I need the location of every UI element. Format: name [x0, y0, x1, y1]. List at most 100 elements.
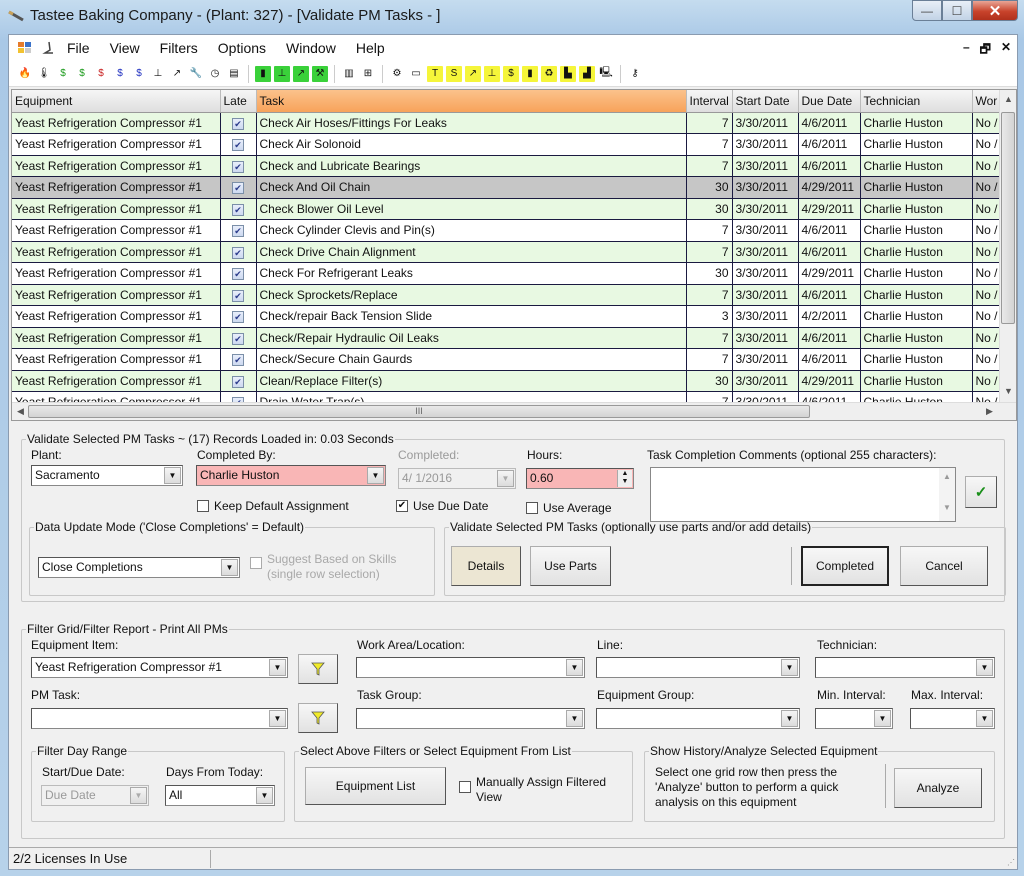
yellow-type-icon[interactable]: T [427, 65, 443, 82]
cell-late[interactable]: ✔ [220, 284, 257, 306]
cell-late[interactable]: ✔ [220, 176, 257, 199]
checkbox-box[interactable] [197, 500, 209, 512]
column-header-due-date[interactable]: Due Date [798, 90, 861, 113]
late-checkbox[interactable]: ✔ [232, 160, 244, 173]
gears-icon[interactable]: ⚙ [389, 66, 405, 82]
days-from-today-select[interactable]: All ▼ [165, 785, 275, 806]
cell-late[interactable]: ✔ [220, 305, 257, 328]
fire-icon[interactable]: 🔥 [17, 66, 33, 82]
menu-window[interactable]: Window [276, 40, 346, 56]
equipment-filter-button[interactable] [298, 654, 338, 684]
chevron-down-icon[interactable]: ▼ [130, 787, 147, 804]
chevron-down-icon[interactable]: ▼ [566, 659, 583, 676]
scroll-up-icon[interactable]: ▲ [1004, 94, 1013, 104]
max-interval-select[interactable]: ▼ [910, 708, 995, 729]
window-menu-icon[interactable] [17, 41, 33, 55]
grid-vertical-scrollbar[interactable]: ▲ ▼ [999, 90, 1016, 402]
apply-comment-button[interactable]: ✓ [965, 476, 997, 508]
computer-icon[interactable]: 🖳 [598, 66, 614, 82]
cell-late[interactable]: ✔ [220, 370, 257, 392]
technician-select[interactable]: ▼ [815, 657, 995, 678]
chevron-down-icon[interactable]: ▼ [976, 710, 993, 727]
task-group-select[interactable]: ▼ [356, 708, 585, 729]
column-header-late[interactable]: Late [220, 90, 257, 113]
table-row[interactable]: Yeast Refrigeration Compressor #1 ✔ Check … [12, 284, 1013, 306]
table-row[interactable]: Yeast Refrigeration Compressor #1 ✔ Check … [12, 112, 1013, 134]
menu-file[interactable]: File [57, 40, 100, 56]
table-row[interactable]: Yeast Refrigeration Compressor #1 ✔ Check/… [12, 348, 1013, 371]
scroll-down-icon[interactable]: ▼ [1004, 386, 1013, 396]
table-row[interactable]: Yeast Refrigeration Compressor #1 ✔ Check … [12, 155, 1013, 177]
chart-line-icon[interactable]: ↗ [169, 66, 185, 82]
dollar-green-icon[interactable]: $ [55, 66, 71, 82]
cell-late[interactable]: ✔ [220, 327, 257, 349]
menu-options[interactable]: Options [208, 40, 276, 56]
horizontal-scroll-thumb[interactable]: III [28, 405, 810, 418]
late-checkbox[interactable]: ✔ [232, 225, 244, 238]
completed-by-select[interactable]: Charlie Huston ▼ [196, 465, 386, 486]
cell-late[interactable]: ✔ [220, 348, 257, 371]
table-row[interactable]: Yeast Refrigeration Compressor #1 ✔ Clean/… [12, 370, 1013, 392]
late-checkbox[interactable]: ✔ [232, 311, 244, 324]
chevron-down-icon[interactable]: ▼ [781, 659, 798, 676]
suggest-skills-checkbox[interactable]: Suggest Based on Skills (single row selec… [250, 552, 396, 582]
analyze-button[interactable]: Analyze [894, 768, 982, 808]
column-header-technician[interactable]: Technician [860, 90, 973, 113]
column-header-task[interactable]: Task [256, 90, 687, 113]
pm-task-select[interactable]: ▼ [31, 708, 288, 729]
late-checkbox[interactable]: ✔ [232, 246, 244, 259]
clock-icon[interactable]: ◷ [207, 66, 223, 82]
table-row[interactable]: Yeast Refrigeration Compressor #1 ✔ Check … [12, 262, 1013, 285]
chevron-down-icon[interactable]: ▼ [976, 659, 993, 676]
column-header-start-date[interactable]: Start Date [732, 90, 799, 113]
table-row[interactable]: Yeast Refrigeration Compressor #1 ✔ Check … [12, 176, 1013, 199]
table-row[interactable]: Yeast Refrigeration Compressor #1 ✔ Check … [12, 133, 1013, 156]
menu-filters[interactable]: Filters [150, 40, 208, 56]
cell-late[interactable]: ✔ [220, 112, 257, 134]
use-parts-button[interactable]: Use Parts [530, 546, 611, 586]
chevron-down-icon[interactable]: ▼ [497, 470, 514, 487]
chevron-down-icon[interactable]: ▼ [874, 710, 891, 727]
cell-late[interactable]: ✔ [220, 219, 257, 242]
yellow-chart-icon[interactable]: ↗ [465, 65, 481, 82]
chevron-down-icon[interactable]: ▼ [269, 710, 286, 727]
cell-late[interactable]: ✔ [220, 262, 257, 285]
use-average-checkbox[interactable]: Use Average [526, 501, 612, 515]
yellow-graph-icon[interactable]: ▙ [560, 65, 576, 82]
green-chart-icon[interactable]: ↗ [293, 65, 309, 82]
column-header-interval[interactable]: Interval [686, 90, 733, 113]
menu-help[interactable]: Help [346, 40, 395, 56]
yellow-recycle-icon[interactable]: ♻ [541, 65, 557, 82]
table-row[interactable]: Yeast Refrigeration Compressor #1 ✔ Check/… [12, 305, 1013, 328]
comments-scrollbar[interactable]: ▲ ▼ [939, 468, 955, 521]
maximize-button[interactable]: ☐ [942, 0, 972, 21]
chevron-down-icon[interactable]: ▼ [566, 710, 583, 727]
late-checkbox[interactable]: ✔ [232, 268, 244, 281]
drill-icon[interactable]: ⊥ [150, 66, 166, 82]
yellow-graph2-icon[interactable]: ▟ [579, 65, 595, 82]
yellow-dollar-icon[interactable]: $ [503, 65, 519, 82]
late-checkbox[interactable]: ✔ [232, 139, 244, 152]
update-mode-select[interactable]: Close Completions ▼ [38, 557, 240, 578]
dollar-red-icon[interactable]: $ [93, 66, 109, 82]
completed-button[interactable]: Completed [801, 546, 889, 586]
mdi-close-button[interactable]: ✕ [1001, 40, 1011, 61]
green-drill-icon[interactable]: ⊥ [274, 65, 290, 82]
late-checkbox[interactable]: ✔ [232, 375, 244, 388]
use-due-date-checkbox[interactable]: ✔ Use Due Date [396, 499, 488, 513]
spinner-arrows-icon[interactable]: ▲ ▼ [617, 470, 632, 487]
dollar-blue-icon[interactable]: $ [112, 66, 128, 82]
checkbox-box[interactable] [459, 781, 471, 793]
bar-chart-icon[interactable]: ▥ [341, 66, 357, 82]
mdi-restore-button[interactable]: 🗗 [980, 40, 991, 61]
wrench-icon[interactable]: 🔧 [188, 66, 204, 82]
cell-late[interactable]: ✔ [220, 241, 257, 263]
cell-late[interactable]: ✔ [220, 155, 257, 177]
resize-grip-icon[interactable]: ⋰ [1007, 858, 1015, 867]
minimize-button[interactable]: — [912, 0, 942, 21]
chevron-down-icon[interactable]: ▼ [164, 467, 181, 484]
table-row[interactable]: Yeast Refrigeration Compressor #1 ✔ Check … [12, 219, 1013, 242]
chevron-down-icon[interactable]: ▼ [256, 787, 273, 804]
hierarchy-icon[interactable]: ⊞ [360, 66, 376, 82]
scroll-right-icon[interactable]: ▶ [986, 406, 993, 417]
